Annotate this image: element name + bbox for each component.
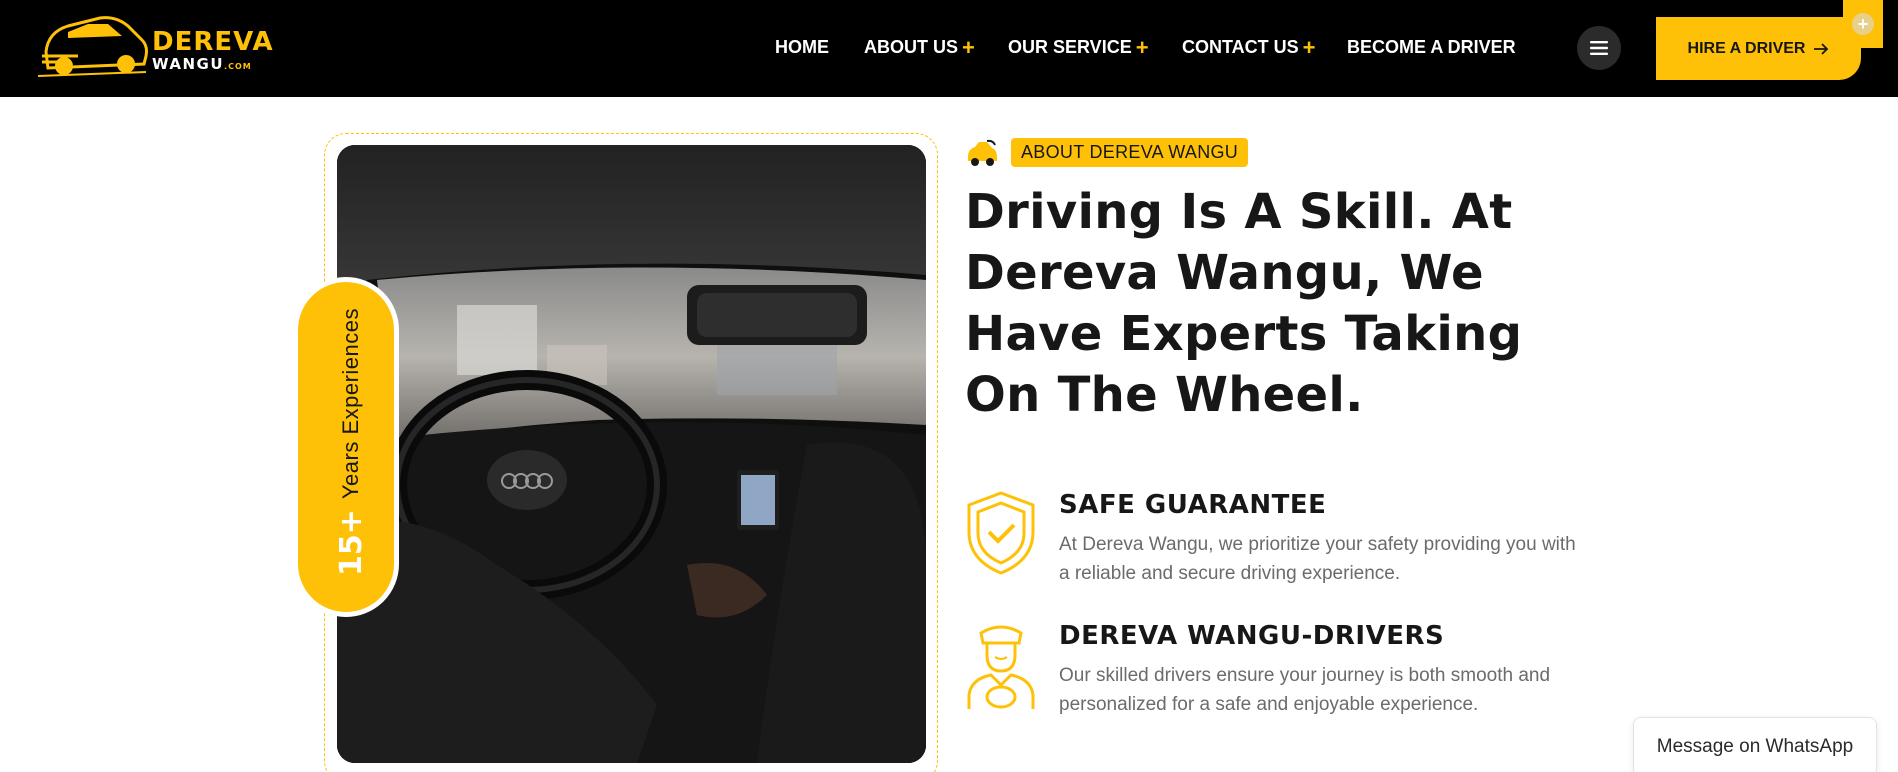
nav-item-label: HOME [775,37,829,57]
experience-number: 15+ [333,509,369,577]
arrow-right-icon [1814,42,1829,55]
logo-brand-line1: DEREVA [152,27,274,57]
whatsapp-button-label: Message on WhatsApp [1656,736,1854,757]
driver-icon [967,625,1035,709]
nav-item-label: BECOME A DRIVER [1347,37,1516,57]
plus-icon: + [1852,13,1874,35]
shield-check-icon [967,491,1035,575]
nav-item-label: ABOUT US [864,37,958,57]
menu-button[interactable] [1577,26,1621,70]
nav-item-our-service[interactable]: OUR SERVICE + [1008,34,1149,60]
hire-a-driver-button[interactable]: HIRE A DRIVER [1656,17,1861,80]
feature-text: At Dereva Wangu, we prioritize your safe… [1059,534,1576,584]
section-tag: ABOUT DEREVA WANGU [965,138,1249,167]
experience-label: Years Experiences [338,307,363,500]
feature-title: SAFE GUARANTEE [1059,490,1327,520]
nav-item-contact-us[interactable]: CONTACT US + [1182,34,1316,60]
feature-text: Our skilled drivers ensure your journey … [1059,665,1551,715]
car-icon [968,139,997,166]
site-logo[interactable]: DEREVA WANGU.COM [38,12,273,84]
nav-item-home[interactable]: HOME [775,37,829,58]
car-interior-illustration [337,145,926,763]
nav-item-label: OUR SERVICE [1008,37,1132,57]
logo-domain-suffix: .COM [224,62,252,71]
experience-badge: 15+ Years Experiences [293,277,399,617]
corner-plus-button[interactable]: + [1843,0,1883,48]
hire-button-label: HIRE A DRIVER [1687,39,1806,57]
car-logo-icon [38,16,148,77]
hamburger-icon [1590,41,1608,55]
plus-icon: + [962,34,975,60]
nav-item-label: CONTACT US [1182,37,1299,57]
logo-brand-word2: WANGU [152,55,225,73]
nav-item-become-a-driver[interactable]: BECOME A DRIVER [1347,37,1516,58]
section-headline: Driving Is A Skill. At Dereva Wangu, We … [965,184,1523,423]
driver-interior-photo [337,145,926,763]
nav-item-about-us[interactable]: ABOUT US + [864,34,975,60]
whatsapp-message-button[interactable]: Message on WhatsApp [1633,717,1877,772]
site-header: DEREVA WANGU.COM HOME ABOUT US + OUR SER… [0,0,1898,97]
section-tag-label: ABOUT DEREVA WANGU [1011,138,1249,167]
plus-icon: + [1135,34,1149,60]
feature-title: DEREVA WANGU-DRIVERS [1059,621,1445,651]
plus-icon: + [1302,34,1316,60]
logo-brand-line2: WANGU.COM [152,56,274,75]
